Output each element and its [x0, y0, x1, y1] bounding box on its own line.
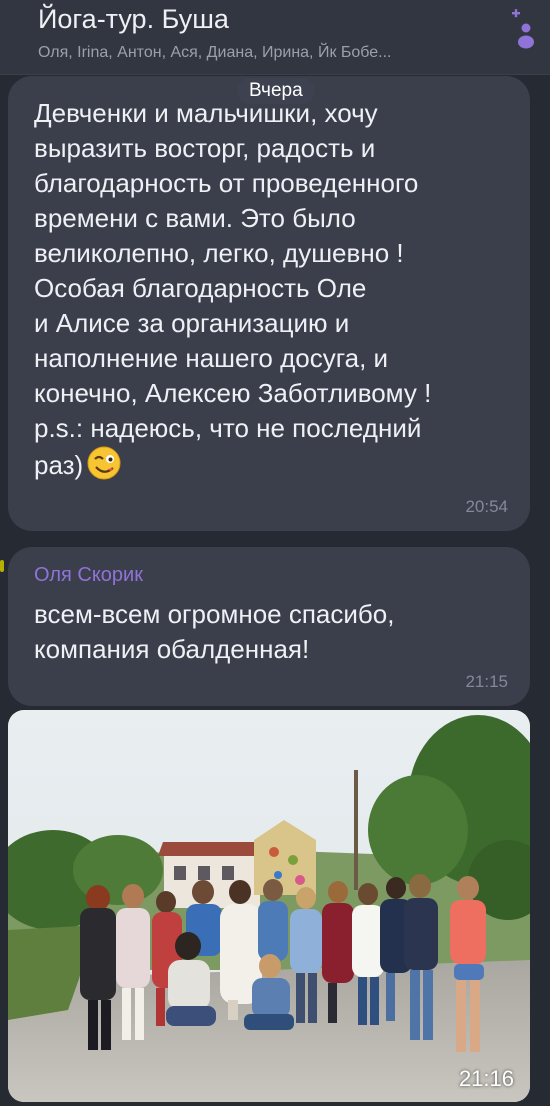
chat-members[interactable]: Оля, Irina, Антон, Ася, Диана, Ирина, Йк…	[38, 42, 488, 64]
unread-indicator	[0, 560, 4, 572]
winking-face-emoji	[87, 446, 121, 480]
chat-title[interactable]: Йога-тур. Буша	[38, 2, 229, 36]
message-text: всем-всем огромное спасибо, компания оба…	[34, 599, 395, 664]
add-member-icon[interactable]	[502, 6, 542, 50]
message-bubble[interactable]: Девченки и мальчишки, хочу выразить вост…	[8, 76, 530, 531]
message-time: 21:16	[458, 1066, 514, 1091]
chat-header[interactable]: Йога-тур. Буша Оля, Irina, Антон, Ася, Д…	[0, 0, 550, 75]
message-time: 21:15	[465, 672, 508, 691]
date-divider: Вчера	[237, 78, 315, 104]
message-time: 20:54	[465, 497, 508, 516]
chat-screen: Йога-тур. Буша Оля, Irina, Антон, Ася, Д…	[0, 0, 550, 1106]
photo-message[interactable]: 21:16	[8, 710, 530, 1102]
message-text: Девченки и мальчишки, хочу выразить вост…	[34, 98, 432, 480]
sender-name[interactable]: Оля Скорик	[34, 563, 508, 587]
group-photo	[8, 710, 530, 1102]
message-bubble[interactable]: Оля Скорик всем-всем огромное спасибо, к…	[8, 547, 530, 706]
